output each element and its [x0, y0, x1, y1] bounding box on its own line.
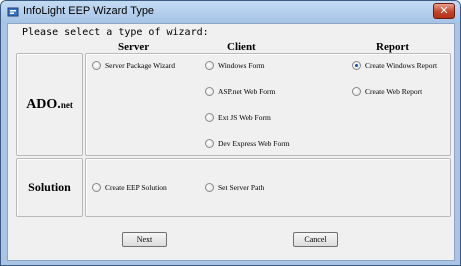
- radio-create-web-report[interactable]: Create Web Report: [352, 87, 422, 96]
- next-button[interactable]: Next: [122, 232, 167, 247]
- radio-indicator: [205, 113, 214, 122]
- ado-label-main: ADO.: [26, 96, 61, 112]
- radio-indicator: [205, 61, 214, 70]
- wizard-prompt: Please select a type of wizard:: [22, 27, 209, 38]
- radio-label: Create Windows Report: [365, 61, 438, 70]
- window-title: InfoLight EEP Wizard Type: [23, 5, 155, 17]
- radio-aspnet-web-form[interactable]: ASP.net Web Form: [205, 87, 275, 96]
- solution-label: Solution: [28, 180, 71, 194]
- radio-label: Create Web Report: [365, 87, 423, 96]
- ado-label-sub: net: [60, 99, 73, 110]
- radio-label: Dev Express Web Form: [218, 139, 290, 148]
- close-icon: ✕: [439, 4, 449, 17]
- radio-indicator: [205, 183, 214, 192]
- solution-options-group: Create EEP Solution Set Server Path: [85, 158, 451, 217]
- radio-label: Windows Form: [218, 61, 265, 70]
- ado-net-label: ADO. net: [17, 54, 82, 155]
- column-header-client: Client: [227, 41, 256, 53]
- radio-indicator: [205, 139, 214, 148]
- radio-indicator: [205, 87, 214, 96]
- column-header-server: Server: [118, 41, 150, 53]
- dialog-body: Please select a type of wizard: Server C…: [7, 23, 455, 261]
- radio-create-eep-solution[interactable]: Create EEP Solution: [92, 183, 167, 192]
- radio-windows-form[interactable]: Windows Form: [205, 61, 265, 70]
- solution-label-box: Solution: [16, 158, 83, 217]
- close-button[interactable]: ✕: [433, 3, 455, 19]
- radio-server-package-wizard[interactable]: Server Package Wizard: [92, 61, 175, 70]
- radio-indicator: [92, 61, 101, 70]
- radio-label: Server Package Wizard: [105, 61, 175, 70]
- radio-label: Create EEP Solution: [105, 183, 167, 192]
- title-bar[interactable]: InfoLight EEP Wizard Type ✕: [1, 1, 460, 23]
- radio-label: Ext JS Web Form: [218, 113, 271, 122]
- radio-label: ASP.net Web Form: [218, 87, 276, 96]
- ado-options-group: Server Package Wizard Windows Form ASP.n…: [85, 53, 451, 156]
- radio-set-server-path[interactable]: Set Server Path: [205, 183, 264, 192]
- cancel-button[interactable]: Cancel: [293, 232, 338, 247]
- radio-extjs-web-form[interactable]: Ext JS Web Form: [205, 113, 271, 122]
- app-icon: [6, 5, 20, 19]
- column-header-report: Report: [376, 41, 409, 53]
- wizard-window: InfoLight EEP Wizard Type ✕ Please selec…: [0, 0, 461, 266]
- radio-indicator: [92, 183, 101, 192]
- radio-devexpress-web-form[interactable]: Dev Express Web Form: [205, 139, 290, 148]
- radio-label: Set Server Path: [218, 183, 265, 192]
- radio-create-windows-report[interactable]: Create Windows Report: [352, 61, 437, 70]
- ado-label-box: ADO. net: [16, 53, 83, 156]
- radio-indicator-selected: [352, 61, 361, 70]
- radio-indicator: [352, 87, 361, 96]
